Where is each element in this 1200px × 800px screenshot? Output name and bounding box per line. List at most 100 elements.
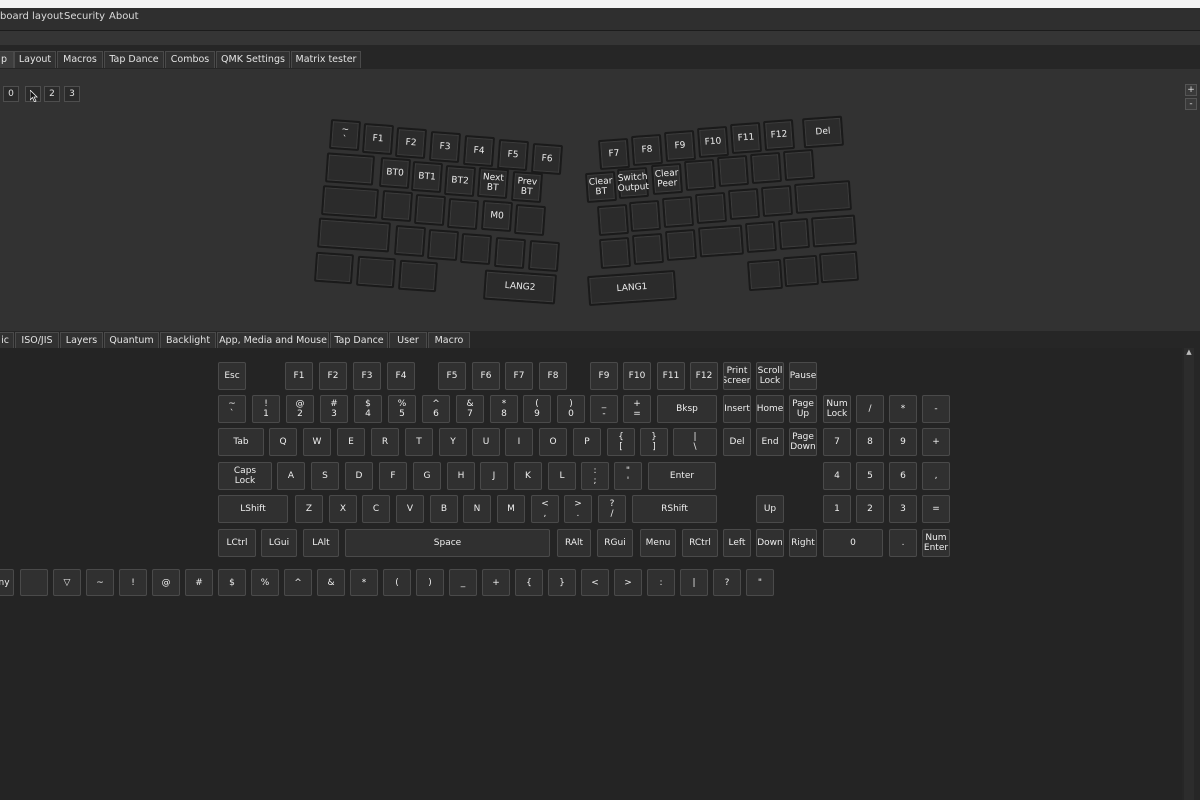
keycode-button[interactable]: RGui	[597, 529, 633, 557]
keycode-button[interactable]: * 8	[490, 395, 518, 423]
keycode-button[interactable]: 2	[856, 495, 884, 523]
keycode-button[interactable]: /	[856, 395, 884, 423]
right-half-key[interactable]	[631, 232, 665, 266]
keycode-button[interactable]: # 3	[320, 395, 348, 423]
keycode-button[interactable]: Bksp	[657, 395, 717, 423]
keycode-button[interactable]: V	[396, 495, 424, 523]
right-half-key[interactable]	[727, 187, 761, 221]
right-half-key[interactable]: F8	[630, 133, 664, 167]
keycode-button[interactable]: " '	[614, 462, 642, 490]
left-half-key[interactable]	[313, 251, 355, 285]
keycode-button[interactable]: 1	[823, 495, 851, 523]
tab-macro[interactable]: Macro	[428, 332, 470, 349]
right-half-key[interactable]	[694, 191, 728, 225]
keycode-button[interactable]: Esc	[218, 362, 246, 390]
keycode-button[interactable]: Right	[789, 529, 817, 557]
keycode-button[interactable]: Menu	[640, 529, 676, 557]
left-half-key[interactable]	[527, 239, 561, 273]
keycode-button[interactable]: ~ `	[218, 395, 246, 423]
keycode-button[interactable]: T	[405, 428, 433, 456]
left-half-key[interactable]	[493, 236, 527, 270]
tab-backlight[interactable]: Backlight	[160, 332, 216, 349]
keycode-button[interactable]: Y	[439, 428, 467, 456]
keycode-button[interactable]: -	[922, 395, 950, 423]
keycode-button[interactable]: 0	[823, 529, 883, 557]
left-half-key[interactable]: Next BT	[476, 166, 510, 200]
left-half-key[interactable]	[446, 197, 480, 231]
keycode-button[interactable]: C	[362, 495, 390, 523]
keycode-button[interactable]: { [	[607, 428, 635, 456]
right-half-key[interactable]	[661, 195, 695, 229]
keycode-button[interactable]: _ -	[590, 395, 618, 423]
right-half-key[interactable]	[716, 154, 750, 188]
keycode-button[interactable]: Left	[723, 529, 751, 557]
keycode-button[interactable]: : ;	[581, 462, 609, 490]
keycode-button[interactable]: Print Screen	[723, 362, 751, 390]
symbol-keycode-button[interactable]: #	[185, 569, 213, 596]
keycode-button[interactable]: Del	[723, 428, 751, 456]
symbol-keycode-button[interactable]: ^	[284, 569, 312, 596]
tab-user[interactable]: User	[389, 332, 427, 349]
left-half-key[interactable]: LANG2	[483, 269, 557, 305]
keycode-button[interactable]: F2	[319, 362, 347, 390]
keycode-button[interactable]: Page Down	[789, 428, 817, 456]
right-half-key[interactable]	[698, 224, 744, 258]
left-half-key[interactable]: Prev BT	[510, 170, 544, 204]
keycode-button[interactable]: LCtrl	[218, 529, 256, 557]
keycode-button[interactable]: Q	[269, 428, 297, 456]
right-half-key[interactable]: Switch Output	[616, 166, 649, 200]
keycode-button[interactable]: + =	[623, 395, 651, 423]
right-half-key[interactable]	[749, 151, 783, 185]
symbol-keycode-button[interactable]: ▽	[53, 569, 81, 596]
right-half-key[interactable]	[746, 258, 784, 292]
right-half-key[interactable]: F7	[597, 137, 631, 171]
keycode-button[interactable]: K	[514, 462, 542, 490]
keycode-button[interactable]: W	[303, 428, 331, 456]
keycode-button[interactable]: LGui	[261, 529, 297, 557]
tab-quantum[interactable]: Quantum	[104, 332, 159, 349]
keycode-button[interactable]: > .	[564, 495, 592, 523]
right-half-key[interactable]	[777, 217, 811, 251]
left-half-key[interactable]	[325, 152, 375, 186]
keycode-button[interactable]: } ]	[640, 428, 668, 456]
keycode-button[interactable]: ) 0	[557, 395, 585, 423]
keycode-button[interactable]: Insert	[723, 395, 751, 423]
right-half-key[interactable]: F12	[762, 118, 796, 152]
keycode-button[interactable]: ( 9	[523, 395, 551, 423]
keycode-button[interactable]: Num Lock	[823, 395, 851, 423]
keycode-button[interactable]: 9	[889, 428, 917, 456]
keycode-button[interactable]: Z	[295, 495, 323, 523]
right-half-key[interactable]: F9	[663, 129, 697, 163]
keycode-button[interactable]: F1	[285, 362, 313, 390]
symbol-keycode-button[interactable]: *	[350, 569, 378, 596]
keycode-button[interactable]: 6	[889, 462, 917, 490]
symbol-keycode-button[interactable]: "	[746, 569, 774, 596]
keycode-button[interactable]: | \	[673, 428, 717, 456]
keycode-button[interactable]: Space	[345, 529, 550, 557]
symbol-keycode-button[interactable]: _	[449, 569, 477, 596]
right-half-key[interactable]	[794, 180, 852, 214]
right-half-key[interactable]	[818, 250, 860, 284]
keycode-button[interactable]: N	[463, 495, 491, 523]
keycode-button[interactable]: End	[756, 428, 784, 456]
right-half-key[interactable]	[683, 158, 717, 192]
tab-tap-dance-keycodes[interactable]: Tap Dance	[330, 332, 388, 349]
keycode-button[interactable]: F10	[623, 362, 651, 390]
symbol-keycode-button[interactable]: ?	[713, 569, 741, 596]
left-half-key[interactable]	[413, 193, 447, 227]
keycode-button[interactable]: A	[277, 462, 305, 490]
keycode-button[interactable]: F4	[387, 362, 415, 390]
symbol-keycode-button[interactable]: $	[218, 569, 246, 596]
keycode-button[interactable]: ? /	[598, 495, 626, 523]
left-half-key[interactable]: F6	[530, 142, 564, 176]
right-half-key[interactable]: Del	[802, 115, 844, 149]
left-half-key[interactable]	[513, 203, 547, 237]
symbol-keycode-button[interactable]: :	[647, 569, 675, 596]
left-half-key[interactable]: F1	[361, 122, 395, 156]
right-half-key[interactable]: F11	[729, 121, 763, 155]
keycode-button[interactable]: P	[573, 428, 601, 456]
keycode-button[interactable]: F8	[539, 362, 567, 390]
symbol-keycode-button[interactable]	[20, 569, 48, 596]
keycode-button[interactable]: 8	[856, 428, 884, 456]
keycode-button[interactable]: F12	[690, 362, 718, 390]
